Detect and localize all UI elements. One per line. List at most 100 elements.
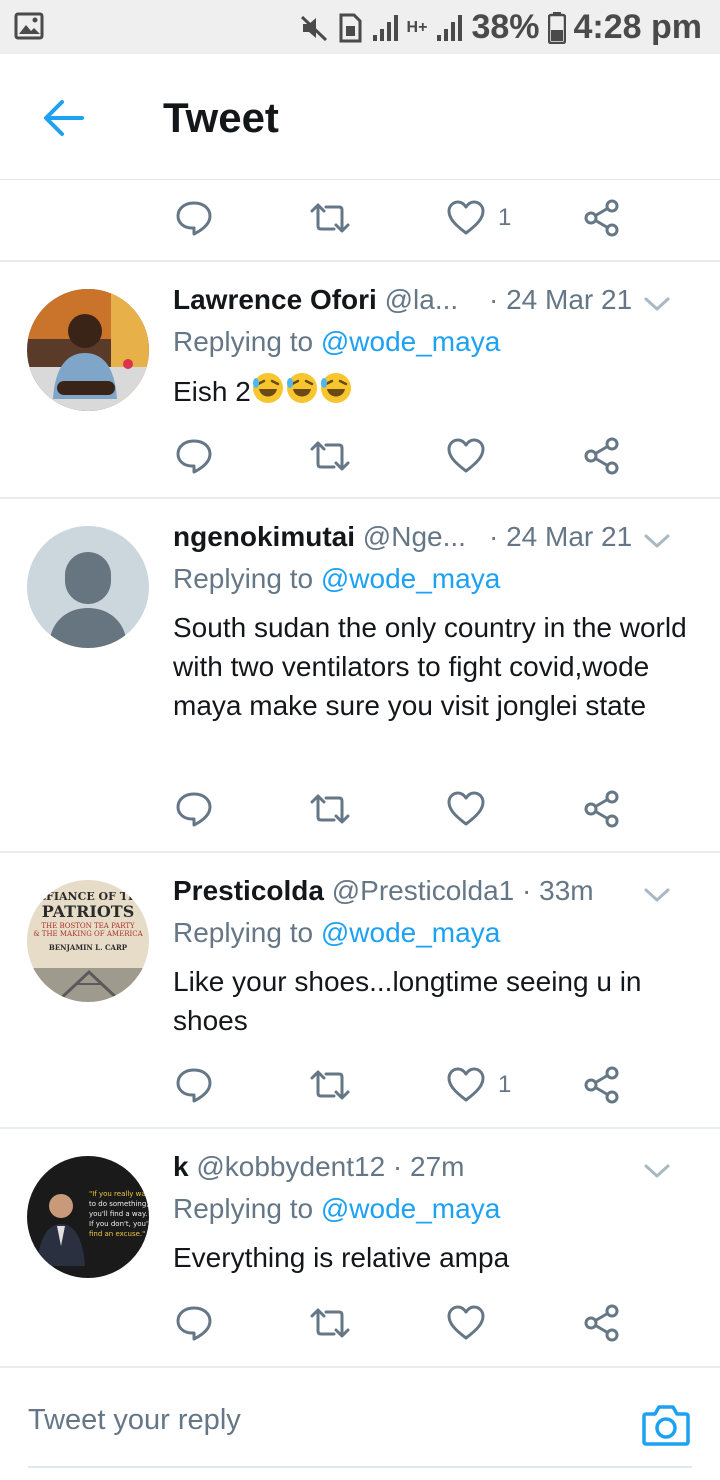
like-count: 1: [498, 1071, 512, 1098]
camera-button[interactable]: [641, 1402, 691, 1448]
user-handle[interactable]: @kobbydent12: [196, 1151, 385, 1182]
reply-tweet[interactable]: EFIANCE OF TH PATRIOTS THE BOSTON TEA PA…: [0, 853, 720, 1127]
retweet-button[interactable]: [308, 1063, 352, 1107]
status-bar: H+ 38% 4:28 pm: [0, 0, 720, 54]
avatar-quote-line5: find an excuse.": [89, 1230, 145, 1238]
tweet-actions: [0, 1283, 720, 1363]
like-button[interactable]: [446, 434, 498, 478]
mention-link[interactable]: @wode_maya: [321, 1193, 500, 1224]
avatar[interactable]: "If you really want to do something, you…: [27, 1156, 149, 1278]
share-button[interactable]: [582, 1301, 622, 1345]
reply-tweet[interactable]: ngenokimutai @Nge... · 24 Mar 21 Replyin…: [0, 499, 720, 851]
heart-icon: [447, 438, 485, 473]
mention-link[interactable]: @wode_maya: [321, 563, 500, 594]
share-button[interactable]: [582, 1063, 622, 1107]
retweet-button[interactable]: [308, 434, 352, 478]
replying-to: Replying to @wode_maya: [173, 563, 500, 595]
display-name[interactable]: ngenokimutai: [173, 521, 355, 552]
reply-button[interactable]: [174, 196, 214, 240]
more-options-button[interactable]: [643, 525, 671, 557]
avatar-book-line4: & THE MAKING OF AMERICA: [33, 930, 143, 938]
reply-icon: [176, 1306, 212, 1341]
retweet-icon: [310, 1308, 350, 1338]
heart-icon: [447, 791, 485, 826]
display-name[interactable]: k: [173, 1151, 189, 1182]
more-options-button[interactable]: [643, 879, 671, 911]
tweet-actions: 1: [0, 1045, 720, 1125]
replying-to: Replying to @wode_maya: [173, 1193, 500, 1225]
tweet-actions: [0, 416, 720, 496]
like-count: 1: [498, 204, 512, 231]
tweet-actions: [0, 769, 720, 849]
reply-tweet[interactable]: Lawrence Ofori @la... · 24 Mar 21 Replyi…: [0, 262, 720, 498]
like-button[interactable]: [446, 787, 498, 831]
share-button[interactable]: [582, 196, 622, 240]
avatar[interactable]: [27, 526, 149, 648]
avatar[interactable]: EFIANCE OF TH PATRIOTS THE BOSTON TEA PA…: [27, 880, 149, 1002]
reply-button[interactable]: [174, 1063, 214, 1107]
retweet-button[interactable]: [308, 1301, 352, 1345]
display-name[interactable]: Lawrence Ofori: [173, 284, 377, 315]
sim-card-icon: [339, 13, 362, 42]
replying-to: Replying to @wode_maya: [173, 326, 500, 358]
user-handle[interactable]: @Presticolda1: [332, 875, 515, 906]
clock: 4:28 pm: [573, 8, 703, 46]
main-tweet-actions: 1: [0, 178, 720, 258]
avatar-book-line2: PATRIOTS: [42, 902, 135, 921]
tweet-text: South sudan the only country in the worl…: [173, 612, 687, 721]
reply-button[interactable]: [174, 1301, 214, 1345]
like-button[interactable]: [446, 1301, 498, 1345]
replying-to: Replying to @wode_maya: [173, 917, 500, 949]
heart-icon: [447, 1067, 485, 1102]
battery-icon: [547, 11, 566, 44]
laughing-emoji: [252, 373, 351, 403]
retweet-button[interactable]: [308, 787, 352, 831]
tweet-time: · 24 Mar 21: [489, 284, 633, 315]
tweet-header: Presticolda @Presticolda1 · 33m: [173, 875, 703, 915]
reply-tweet[interactable]: "If you really want to do something, you…: [0, 1129, 720, 1365]
reply-icon: [176, 792, 212, 827]
retweet-icon: [310, 794, 350, 824]
like-button[interactable]: 1: [446, 1063, 511, 1107]
avatar-book-line3: THE BOSTON TEA PARTY: [41, 922, 135, 930]
mute-icon: [300, 15, 327, 41]
share-button[interactable]: [582, 787, 622, 831]
mention-link[interactable]: @wode_maya: [321, 917, 500, 948]
reply-icon: [176, 201, 212, 236]
gallery-notification-icon: [14, 12, 44, 45]
tweet-header: Lawrence Ofori @la... · 24 Mar 21: [173, 284, 703, 324]
replying-to-label: Replying to: [173, 326, 321, 357]
user-handle[interactable]: @la...: [385, 284, 459, 315]
signal-icon-1: [372, 14, 398, 41]
reply-button[interactable]: [174, 787, 214, 831]
top-app-bar: Tweet: [0, 54, 720, 180]
tweet-text: Eish 2: [173, 371, 693, 411]
like-button[interactable]: 1: [446, 196, 511, 240]
back-button[interactable]: [40, 96, 88, 140]
avatar-book-line5: BENJAMIN L. CARP: [49, 943, 128, 952]
avatar[interactable]: [27, 289, 149, 411]
display-name[interactable]: Presticolda: [173, 875, 324, 906]
share-icon: [584, 1066, 619, 1104]
share-icon: [584, 437, 619, 475]
more-options-button[interactable]: [643, 288, 671, 320]
camera-icon: [642, 1405, 690, 1446]
mention-link[interactable]: @wode_maya: [321, 326, 500, 357]
share-button[interactable]: [582, 434, 622, 478]
signal-icon-2: [437, 14, 463, 41]
reply-button[interactable]: [174, 434, 214, 478]
replying-to-label: Replying to: [173, 1193, 321, 1224]
more-options-button[interactable]: [643, 1155, 671, 1187]
avatar-quote-line2: to do something,: [89, 1200, 149, 1208]
reply-input[interactable]: Tweet your reply: [28, 1404, 468, 1437]
chevron-down-icon: [644, 1164, 670, 1178]
share-icon: [584, 790, 619, 828]
tweet-text: Everything is relative ampa: [173, 1242, 510, 1273]
retweet-button[interactable]: [308, 196, 352, 240]
retweet-icon: [310, 1070, 350, 1100]
back-arrow-icon: [44, 100, 84, 136]
user-handle[interactable]: @Nge...: [363, 521, 466, 552]
page-title: Tweet: [163, 94, 279, 141]
tweet-time: · 33m: [522, 875, 594, 906]
heart-icon: [447, 1305, 485, 1340]
